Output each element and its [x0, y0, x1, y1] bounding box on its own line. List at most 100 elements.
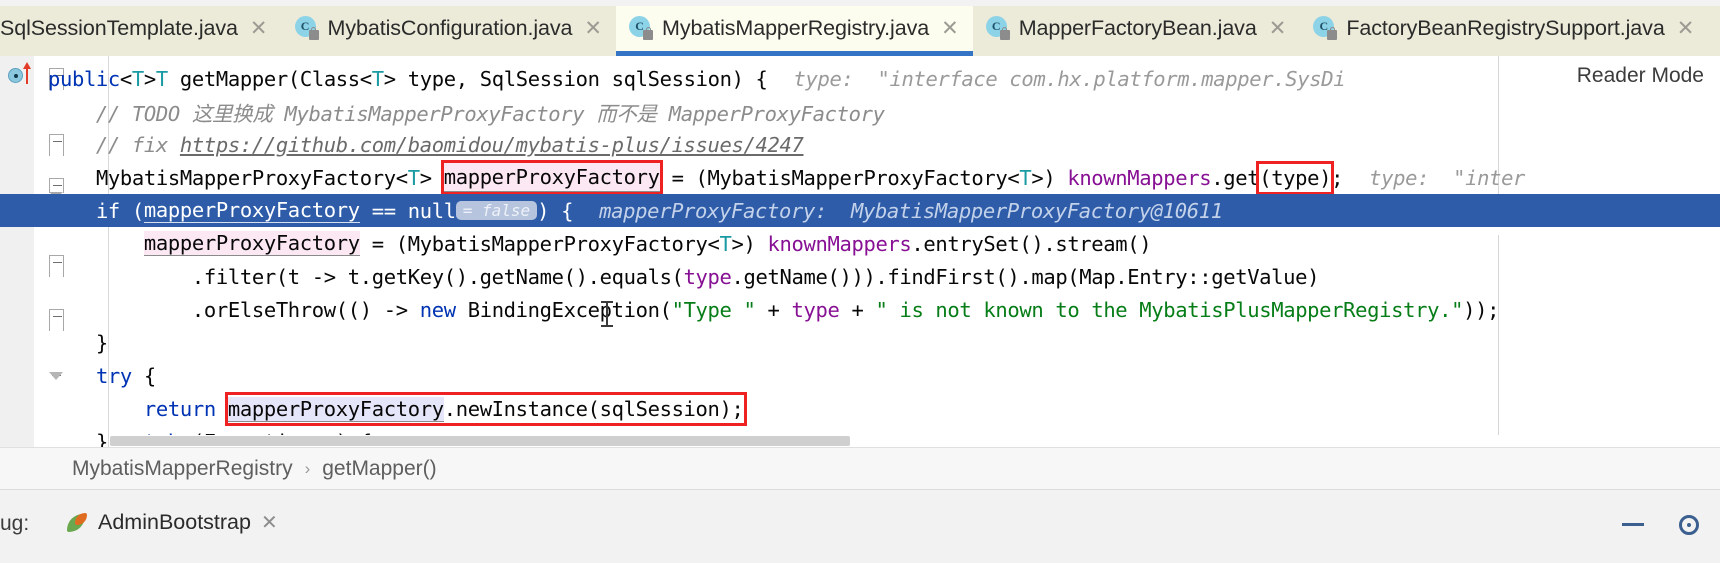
- editor-tab-factorybeanregistrysupport[interactable]: C FactoryBeanRegistrySupport.java ✕: [1300, 0, 1709, 56]
- closing-parens: ));: [1463, 297, 1500, 322]
- breadcrumb[interactable]: MybatisMapperRegistry › getMapper(): [0, 447, 1720, 489]
- debug-value-false-pill[interactable]: = false: [455, 201, 538, 220]
- cast-open: = (MybatisMapperProxyFactory<: [359, 231, 720, 256]
- code-line-fix-comment[interactable]: // fix https://github.com/baomidou/mybat…: [0, 128, 1720, 161]
- method-name-and-args: getMapper(Class<: [167, 66, 372, 91]
- type-param-t-cast: T: [1019, 165, 1032, 190]
- exception-ctor: BindingException(: [455, 297, 672, 322]
- spring-boot-icon: [66, 512, 88, 534]
- paren-close-brace: ) {: [537, 198, 574, 223]
- breadcrumb-item-method[interactable]: getMapper(): [322, 457, 436, 481]
- variable-mapperproxyfactory[interactable]: mapperProxyFactory: [227, 396, 444, 422]
- return-type-t: T: [155, 66, 168, 91]
- annotation-box-type-arg[interactable]: (type): [1256, 160, 1335, 195]
- code-editor[interactable]: Reader Mode public < T > T getMapper(Cla…: [0, 56, 1720, 447]
- cast-close: >): [731, 231, 768, 256]
- param-type: type: [791, 297, 840, 322]
- chevron-right-icon: ›: [304, 458, 311, 478]
- annotation-box-return-expression[interactable]: mapperProxyFactory.newInstance(sqlSessio…: [224, 391, 747, 426]
- code-line-orelsethrow[interactable]: .orElseThrow(() -> new BindingException(…: [0, 293, 1720, 326]
- code-line-todo-comment[interactable]: // TODO 这里换成 MybatisMapperProxyFactory 而…: [0, 95, 1720, 128]
- keyword-null: null: [407, 198, 456, 223]
- closing-brace: }: [0, 330, 108, 355]
- code-line-if-selected[interactable]: if ( mapperProxyFactory == null = false …: [0, 194, 1720, 227]
- keyword-return: return: [143, 396, 216, 421]
- debug-tool-window-label: ug:: [0, 512, 30, 535]
- lock-icon: [643, 26, 654, 40]
- close-icon[interactable]: ✕: [581, 18, 602, 39]
- type-param-t: T: [719, 231, 732, 256]
- code-line-try[interactable]: try {: [0, 359, 1720, 392]
- code-line-filter[interactable]: .filter(t -> t.getKey().getName().equals…: [0, 260, 1720, 293]
- assignment-cast: = (MybatisMapperProxyFactory<: [659, 165, 1020, 190]
- comment-fix: // fix: [0, 132, 180, 157]
- tab-label: MybatisConfiguration.java: [327, 15, 573, 40]
- editor-tab-con-truncated[interactable]: C Con: [1708, 0, 1720, 56]
- close-icon[interactable]: ✕: [938, 18, 959, 39]
- close-icon[interactable]: ✕: [261, 510, 278, 535]
- field-knownmappers: knownMappers: [767, 231, 912, 256]
- editor-tab-mybatismapperregistry[interactable]: C MybatisMapperRegistry.java ✕: [616, 0, 973, 56]
- method-get: .get: [1211, 165, 1260, 190]
- lock-icon: [1327, 26, 1338, 40]
- editor-tab-mapperfactorybean[interactable]: C MapperFactoryBean.java ✕: [972, 0, 1301, 56]
- code-line-declaration[interactable]: MybatisMapperProxyFactory< T > mapperPro…: [0, 160, 1720, 195]
- code-line-close-if[interactable]: }: [0, 326, 1720, 359]
- close-icon[interactable]: ✕: [1674, 18, 1695, 39]
- debug-session-name: AdminBootstrap: [98, 510, 251, 534]
- type-param-t-arg: T: [371, 66, 384, 91]
- code-line-assign-stream[interactable]: mapperProxyFactory = (MybatisMapperProxy…: [0, 227, 1720, 260]
- cast-close: >): [1031, 165, 1068, 190]
- close-icon[interactable]: ✕: [247, 18, 268, 39]
- comment-todo: // TODO 这里换成 MybatisMapperProxyFactory 而…: [0, 101, 885, 126]
- code-content[interactable]: public < T > T getMapper(Class< T > type…: [0, 56, 1720, 447]
- annotation-box-mapperproxyfactory[interactable]: mapperProxyFactory: [440, 160, 663, 195]
- try-brace: {: [131, 363, 156, 388]
- minimize-icon[interactable]: [1620, 512, 1646, 538]
- equality-operator: ==: [359, 198, 408, 223]
- tab-label: MapperFactoryBean.java: [1018, 15, 1257, 40]
- class-icon: C: [985, 16, 1010, 40]
- editor-horizontal-scrollbar-thumb[interactable]: [110, 436, 850, 446]
- breadcrumb-item-class[interactable]: MybatisMapperRegistry: [72, 457, 293, 481]
- inlay-hint-debug-value[interactable]: mapperProxyFactory: MybatisMapperProxyFa…: [599, 199, 1223, 223]
- editor-tab-mybatisconfiguration[interactable]: C MybatisConfiguration.java ✕: [281, 0, 617, 56]
- signature-tail: > type, SqlSession sqlSession) {: [383, 66, 768, 91]
- code-line-signature[interactable]: public < T > T getMapper(Class< T > type…: [0, 62, 1720, 95]
- tab-label: MybatisMapperRegistry.java: [662, 15, 930, 40]
- newinstance-call: .newInstance(sqlSession);: [443, 396, 744, 421]
- inlay-hint-type[interactable]: type: "interface com.hx.platform.mapper.…: [794, 67, 1346, 91]
- keyword-new: new: [419, 297, 456, 322]
- debug-toolbar-actions: [1620, 512, 1702, 538]
- debug-session-tab[interactable]: AdminBootstrap ✕: [66, 510, 278, 535]
- editor-tab-bar: SqlSessionTemplate.java ✕ C MybatisConfi…: [0, 0, 1720, 56]
- variable-mapperproxyfactory[interactable]: mapperProxyFactory: [143, 231, 360, 256]
- close-icon[interactable]: ✕: [1266, 18, 1287, 39]
- editor-tab-sqlsessiontemplate[interactable]: SqlSessionTemplate.java ✕: [0, 0, 282, 56]
- lock-icon: [999, 26, 1010, 40]
- class-icon: C: [294, 16, 319, 40]
- variable-mapperproxyfactory[interactable]: mapperProxyFactory: [143, 198, 360, 223]
- settings-icon[interactable]: [1676, 512, 1702, 538]
- code-line-return[interactable]: return mapperProxyFactory.newInstance(sq…: [0, 391, 1720, 426]
- string-not-known: " is not known to the MybatisPlusMapperR…: [875, 297, 1464, 322]
- debug-tool-window-header: ug: AdminBootstrap ✕: [0, 489, 1720, 563]
- generic-close: >: [143, 66, 156, 91]
- type-param-t: T: [131, 66, 144, 91]
- keyword-public: public: [47, 66, 120, 91]
- filter-call: .filter(t -> t.getKey().getName().equals…: [191, 264, 684, 289]
- tab-label: FactoryBeanRegistrySupport.java: [1346, 15, 1665, 40]
- inlay-hint-type[interactable]: type: "inter: [1369, 166, 1525, 190]
- tab-label: SqlSessionTemplate.java: [0, 15, 238, 40]
- orelsethrow-call: .orElseThrow(() ->: [191, 297, 420, 322]
- issue-link[interactable]: https://github.com/baomidou/mybatis-plus…: [180, 133, 804, 157]
- generic-close: >: [419, 165, 444, 190]
